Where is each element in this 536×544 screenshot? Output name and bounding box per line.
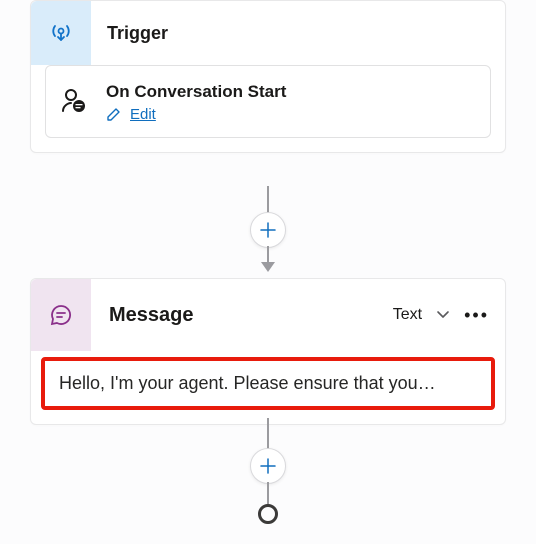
variant-label: Text (393, 306, 422, 324)
connector-line (267, 482, 269, 504)
trigger-header: Trigger (31, 1, 505, 65)
message-icon-tile (31, 279, 91, 351)
end-node (258, 504, 278, 524)
broadcast-icon (49, 21, 73, 45)
connector-line (267, 418, 269, 452)
chat-bubble-icon (49, 303, 73, 327)
person-chat-icon (60, 87, 88, 115)
add-node-button[interactable] (250, 448, 286, 484)
message-controls: Text ••• (393, 305, 505, 326)
trigger-inner-texts: On Conversation Start Edit (106, 80, 286, 123)
canvas: Trigger On Conversation Start Edit (0, 0, 536, 544)
edit-link[interactable]: Edit (130, 106, 156, 123)
plus-icon (260, 222, 276, 238)
plus-icon (260, 458, 276, 474)
message-title: Message (91, 304, 393, 327)
trigger-inner-title: On Conversation Start (106, 80, 286, 104)
trigger-title: Trigger (91, 23, 168, 44)
pencil-icon (106, 106, 122, 122)
chevron-down-icon[interactable] (436, 308, 450, 322)
trigger-node[interactable]: Trigger On Conversation Start Edit (30, 0, 506, 153)
message-header: Message Text ••• (31, 279, 505, 351)
trigger-inner-card[interactable]: On Conversation Start Edit (45, 65, 491, 138)
message-body-text[interactable]: Hello, I'm your agent. Please ensure tha… (41, 357, 495, 410)
add-node-button[interactable] (250, 212, 286, 248)
trigger-icon-tile (31, 1, 91, 65)
message-node[interactable]: Message Text ••• Hello, I'm your agent. … (30, 278, 506, 425)
more-menu-button[interactable]: ••• (464, 305, 489, 326)
arrow-down-icon (261, 262, 275, 272)
